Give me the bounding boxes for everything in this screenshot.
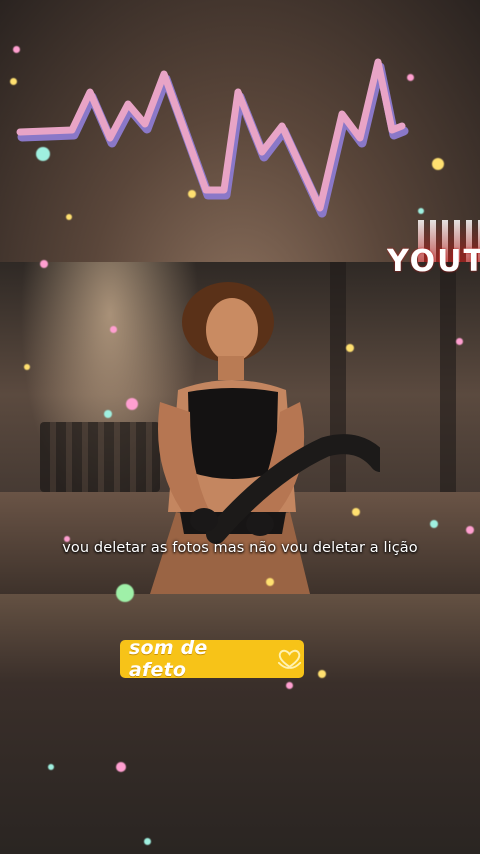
sparkle-dot [144,838,151,845]
sparkle-dot [24,364,30,370]
sparkle-dot [418,208,424,214]
sparkle-dot [66,214,72,220]
heartbeat-line-graphic [16,58,409,218]
sparkle-dot [126,398,138,410]
sparkle-dot [116,762,126,772]
sparkle-dot [352,508,360,516]
sparkle-dot [318,670,326,678]
sparkle-dot [104,410,112,418]
sparkle-dot [188,190,196,198]
sparkle-dot [10,78,17,85]
sparkle-dot [286,682,293,689]
sparkle-dot [456,338,463,345]
sound-label-badge[interactable]: som de afeto [120,637,304,681]
sparkle-dot [36,147,50,161]
sparkle-dot [13,46,20,53]
corner-watermark-text: YOUT [387,244,480,278]
sparkle-dot [466,526,474,534]
sparkle-dot [116,584,134,602]
sparkle-dot [432,158,444,170]
sparkle-dot [48,764,54,770]
heart-hands-icon [277,649,302,669]
sparkle-dot [430,520,438,528]
sound-label-text: som de afeto [129,637,208,681]
video-subtitle: vou deletar as fotos mas não vou deletar… [62,540,418,556]
sparkle-dot [266,578,274,586]
sparkle-dot [110,326,117,333]
gym-pillar [440,262,456,522]
sparkle-dot [407,74,414,81]
sparkle-dot [40,260,48,268]
sparkle-dot [346,344,354,352]
sparkle-dot [64,536,70,542]
